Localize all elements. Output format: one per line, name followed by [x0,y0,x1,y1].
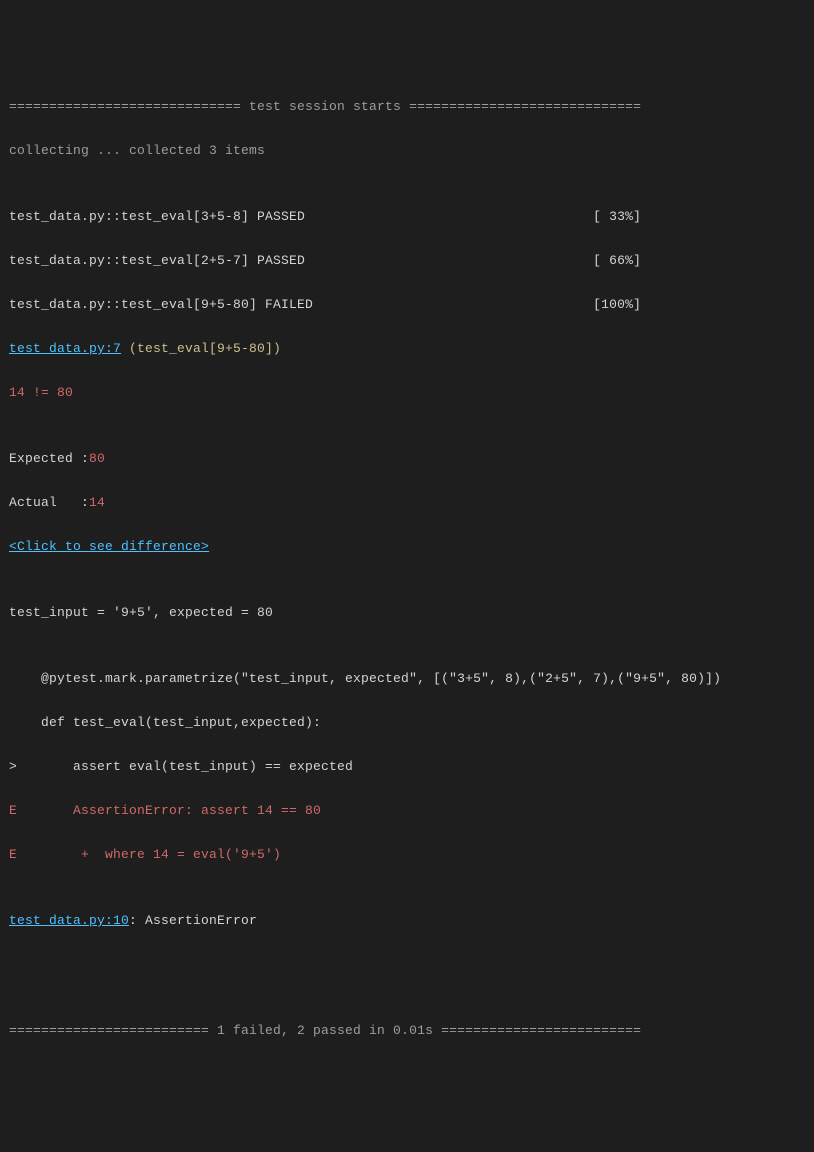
test-result-row: test_data.py::test_eval[2+5-7] PASSED [ … [9,250,805,272]
file-location-link[interactable]: test_data.py:10 [9,913,129,928]
traceback-code: @pytest.mark.parametrize("test_input, ex… [9,668,805,690]
actual-value: 14 [89,495,105,510]
actual-label: Actual : [9,495,89,510]
expected-label: Expected : [9,451,89,466]
collecting-line: collecting ... collected 3 items [9,140,805,162]
params-line: test_input = '9+5', expected = 80 [9,602,805,624]
traceback-error: E AssertionError: assert 14 == 80 [9,800,805,822]
traceback-code: > assert eval(test_input) == expected [9,756,805,778]
assertion-message: 14 != 80 [9,382,805,404]
expected-value: 80 [89,451,105,466]
test-result-row: test_data.py::test_eval[9+5-80] FAILED [… [9,294,805,316]
see-difference-link[interactable]: <Click to see difference> [9,539,209,554]
failure-test-name: (test_eval[9+5-80]) [121,341,281,356]
test-result-row: test_data.py::test_eval[3+5-8] PASSED [ … [9,206,805,228]
summary-line: ========================= 1 failed, 2 pa… [9,1020,805,1042]
file-location-link[interactable]: test_data.py:7 [9,341,121,356]
error-type: : AssertionError [129,913,257,928]
failure-location: test_data.py:7 (test_eval[9+5-80]) [9,338,805,360]
error-location: test_data.py:10: AssertionError [9,910,805,932]
expected-line: Expected :80 [9,448,805,470]
traceback-error: E + where 14 = eval('9+5') [9,844,805,866]
traceback-code: def test_eval(test_input,expected): [9,712,805,734]
session-header: ============================= test sessi… [9,96,805,118]
actual-line: Actual :14 [9,492,805,514]
